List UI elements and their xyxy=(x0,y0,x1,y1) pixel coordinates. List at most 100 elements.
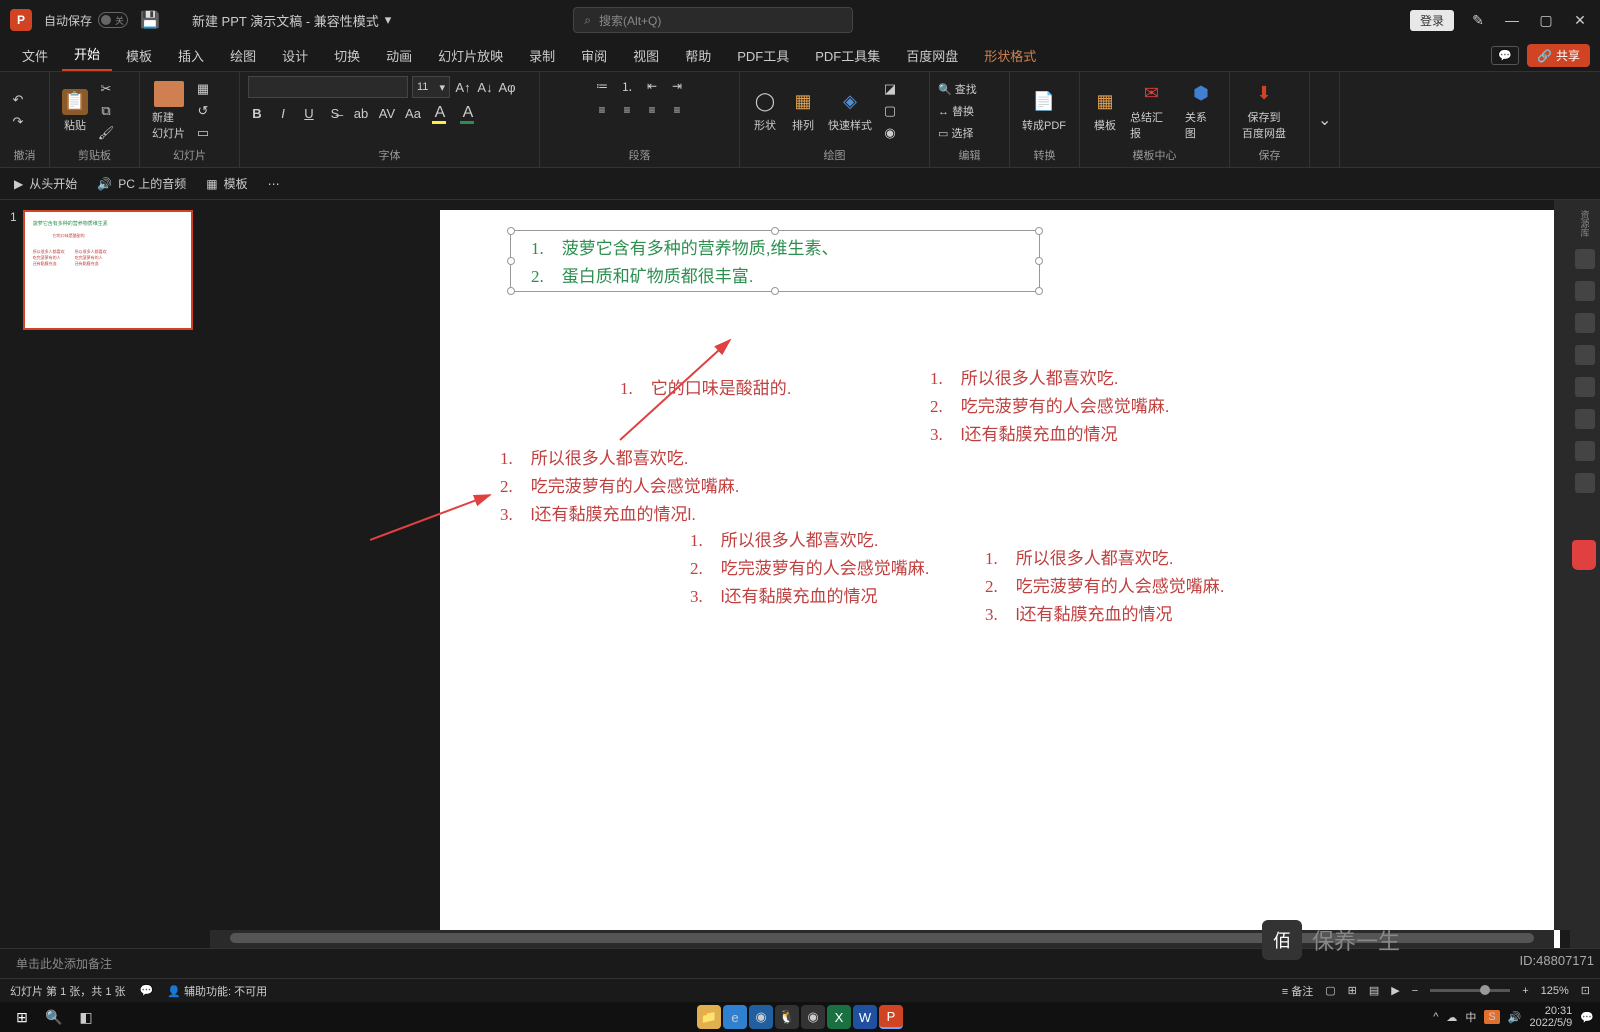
side-icon-4[interactable] xyxy=(1575,345,1595,365)
template-button[interactable]: ▦模板 xyxy=(1088,87,1122,135)
save-baidu-button[interactable]: ⬇保存到 百度网盘 xyxy=(1238,79,1290,143)
tab-help[interactable]: 帮助 xyxy=(673,40,723,71)
shadow-button[interactable]: ab xyxy=(352,106,370,121)
shape-outline-button[interactable]: ▢ xyxy=(880,101,900,121)
minimize-button[interactable]: — xyxy=(1502,12,1522,28)
tab-shape-format[interactable]: 形状格式 xyxy=(972,40,1048,71)
word-icon[interactable]: W xyxy=(853,1005,877,1029)
explorer-icon[interactable]: 📁 xyxy=(697,1005,721,1029)
side-icon-7[interactable] xyxy=(1575,441,1595,461)
decrease-font-button[interactable]: A↓ xyxy=(476,80,494,95)
new-slide-button[interactable]: 新建 幻灯片 xyxy=(148,79,189,143)
overflow-button[interactable]: ⋯ xyxy=(268,177,280,191)
side-icon-6[interactable] xyxy=(1575,409,1595,429)
tab-design[interactable]: 设计 xyxy=(270,40,320,71)
select-button[interactable]: ▭ 选择 xyxy=(938,125,977,141)
slideshow-view-button[interactable]: ▶ xyxy=(1391,984,1399,997)
relation-button[interactable]: ⬢关系图 xyxy=(1181,79,1221,143)
layout-button[interactable]: ▦ xyxy=(193,79,213,99)
strikethrough-button[interactable]: S̶ xyxy=(326,106,344,121)
red-envelope-icon[interactable] xyxy=(1572,540,1596,570)
replace-button[interactable]: ↔ 替换 xyxy=(938,103,977,119)
ime-indicator[interactable]: 中 xyxy=(1465,1009,1476,1025)
cut-button[interactable]: ✂ xyxy=(96,79,116,99)
from-beginning-button[interactable]: ▶ 从头开始 xyxy=(14,175,77,192)
tab-view[interactable]: 视图 xyxy=(621,40,671,71)
powerpoint-icon[interactable]: P xyxy=(879,1005,903,1029)
format-painter-button[interactable]: 🖌 xyxy=(96,123,116,143)
slide-thumbnail[interactable]: 1 菠萝它含有多种的营养物质维生素 它的口味是酸甜的 所以很多人都喜欢吃完菠萝有… xyxy=(10,210,200,330)
tray-app-icon[interactable]: S xyxy=(1484,1010,1499,1024)
section-button[interactable]: ▭ xyxy=(193,123,213,143)
save-icon[interactable]: 💾 xyxy=(140,10,160,30)
bold-button[interactable]: B xyxy=(248,106,266,121)
notes-button[interactable]: ≡ 备注 xyxy=(1282,983,1313,999)
audio-button[interactable]: 🔊 PC 上的音频 xyxy=(97,175,186,192)
summary-button[interactable]: ✉总结汇报 xyxy=(1126,79,1177,143)
template-quick-button[interactable]: ▦ 模板 xyxy=(206,175,247,192)
ribbon-collapse-button[interactable]: ⌄ xyxy=(1318,110,1331,130)
normal-view-button[interactable]: ▢ xyxy=(1325,984,1335,997)
zoom-out-button[interactable]: − xyxy=(1412,985,1418,997)
shape-effects-button[interactable]: ◉ xyxy=(880,123,900,143)
share-button[interactable]: 🔗 共享 xyxy=(1527,44,1590,67)
side-icon-2[interactable] xyxy=(1575,281,1595,301)
tray-up-icon[interactable]: ^ xyxy=(1433,1011,1438,1023)
italic-button[interactable]: I xyxy=(274,106,292,121)
decrease-indent-button[interactable]: ⇤ xyxy=(641,76,663,96)
highlight-color-button[interactable]: A xyxy=(430,104,450,122)
clear-format-button[interactable]: Aφ xyxy=(498,80,516,95)
qq-icon[interactable]: 🐧 xyxy=(775,1005,799,1029)
underline-button[interactable]: U xyxy=(300,106,318,121)
tab-slideshow[interactable]: 幻灯片放映 xyxy=(426,40,515,71)
reading-view-button[interactable]: ▤ xyxy=(1369,984,1379,997)
language-indicator[interactable]: 💬 xyxy=(140,984,154,997)
tab-animations[interactable]: 动画 xyxy=(374,40,424,71)
tab-baidu[interactable]: 百度网盘 xyxy=(894,40,970,71)
accessibility-status[interactable]: 👤 辅助功能: 不可用 xyxy=(167,983,267,999)
side-icon-3[interactable] xyxy=(1575,313,1595,333)
tray-cloud-icon[interactable]: ☁ xyxy=(1446,1011,1457,1024)
tab-pdftoolset[interactable]: PDF工具集 xyxy=(803,40,892,71)
quick-styles-button[interactable]: ◈快速样式 xyxy=(824,87,876,135)
bullets-button[interactable]: ≔ xyxy=(591,76,613,96)
excel-icon[interactable]: X xyxy=(827,1005,851,1029)
chrome-icon[interactable]: ◉ xyxy=(801,1005,825,1029)
browser-icon[interactable]: ◉ xyxy=(749,1005,773,1029)
login-button[interactable]: 登录 xyxy=(1410,10,1454,31)
slide-canvas[interactable]: 1.菠萝它含有多种的营养物质,维生素、 2.蛋白质和矿物质都很丰富. 1.它的口… xyxy=(210,200,1570,948)
document-title[interactable]: 新建 PPT 演示文稿 - 兼容性模式 ▾ xyxy=(192,11,391,30)
zoom-level[interactable]: 125% xyxy=(1541,985,1569,997)
numbering-button[interactable]: ⒈ xyxy=(616,76,638,96)
change-case-button[interactable]: Aa xyxy=(404,106,422,121)
side-icon-1[interactable] xyxy=(1575,249,1595,269)
tab-record[interactable]: 录制 xyxy=(517,40,567,71)
arrange-button[interactable]: ▦排列 xyxy=(786,87,820,135)
search-taskbar-button[interactable]: 🔍 xyxy=(38,1003,70,1031)
volume-icon[interactable]: 🔊 xyxy=(1508,1011,1522,1024)
pen-icon[interactable]: ✎ xyxy=(1468,12,1488,29)
side-icon-8[interactable] xyxy=(1575,473,1595,493)
clock-time[interactable]: 20:31 xyxy=(1529,1005,1572,1017)
char-spacing-button[interactable]: AV xyxy=(378,106,396,121)
zoom-in-button[interactable]: + xyxy=(1522,985,1528,997)
clock-date[interactable]: 2022/5/9 xyxy=(1529,1017,1572,1029)
paste-button[interactable]: 📋粘贴 xyxy=(58,87,92,135)
convert-pdf-button[interactable]: 📄转成PDF xyxy=(1018,87,1070,135)
font-family-select[interactable] xyxy=(248,76,408,98)
autosave-toggle[interactable]: 自动保存 关 xyxy=(44,12,128,29)
increase-font-button[interactable]: A↑ xyxy=(454,80,472,95)
edge-icon[interactable]: e xyxy=(723,1005,747,1029)
align-center-button[interactable]: ≡ xyxy=(616,100,638,120)
tab-pdftools[interactable]: PDF工具 xyxy=(725,40,801,71)
shape-fill-button[interactable]: ◪ xyxy=(880,79,900,99)
zoom-slider[interactable] xyxy=(1430,989,1510,992)
side-icon-5[interactable] xyxy=(1575,377,1595,397)
increase-indent-button[interactable]: ⇥ xyxy=(666,76,688,96)
tab-file[interactable]: 文件 xyxy=(10,40,60,71)
sorter-view-button[interactable]: ⊞ xyxy=(1348,984,1357,997)
maximize-button[interactable]: ▢ xyxy=(1536,12,1556,29)
start-button[interactable]: ⊞ xyxy=(6,1003,38,1031)
tab-review[interactable]: 审阅 xyxy=(569,40,619,71)
tab-home[interactable]: 开始 xyxy=(62,38,112,71)
